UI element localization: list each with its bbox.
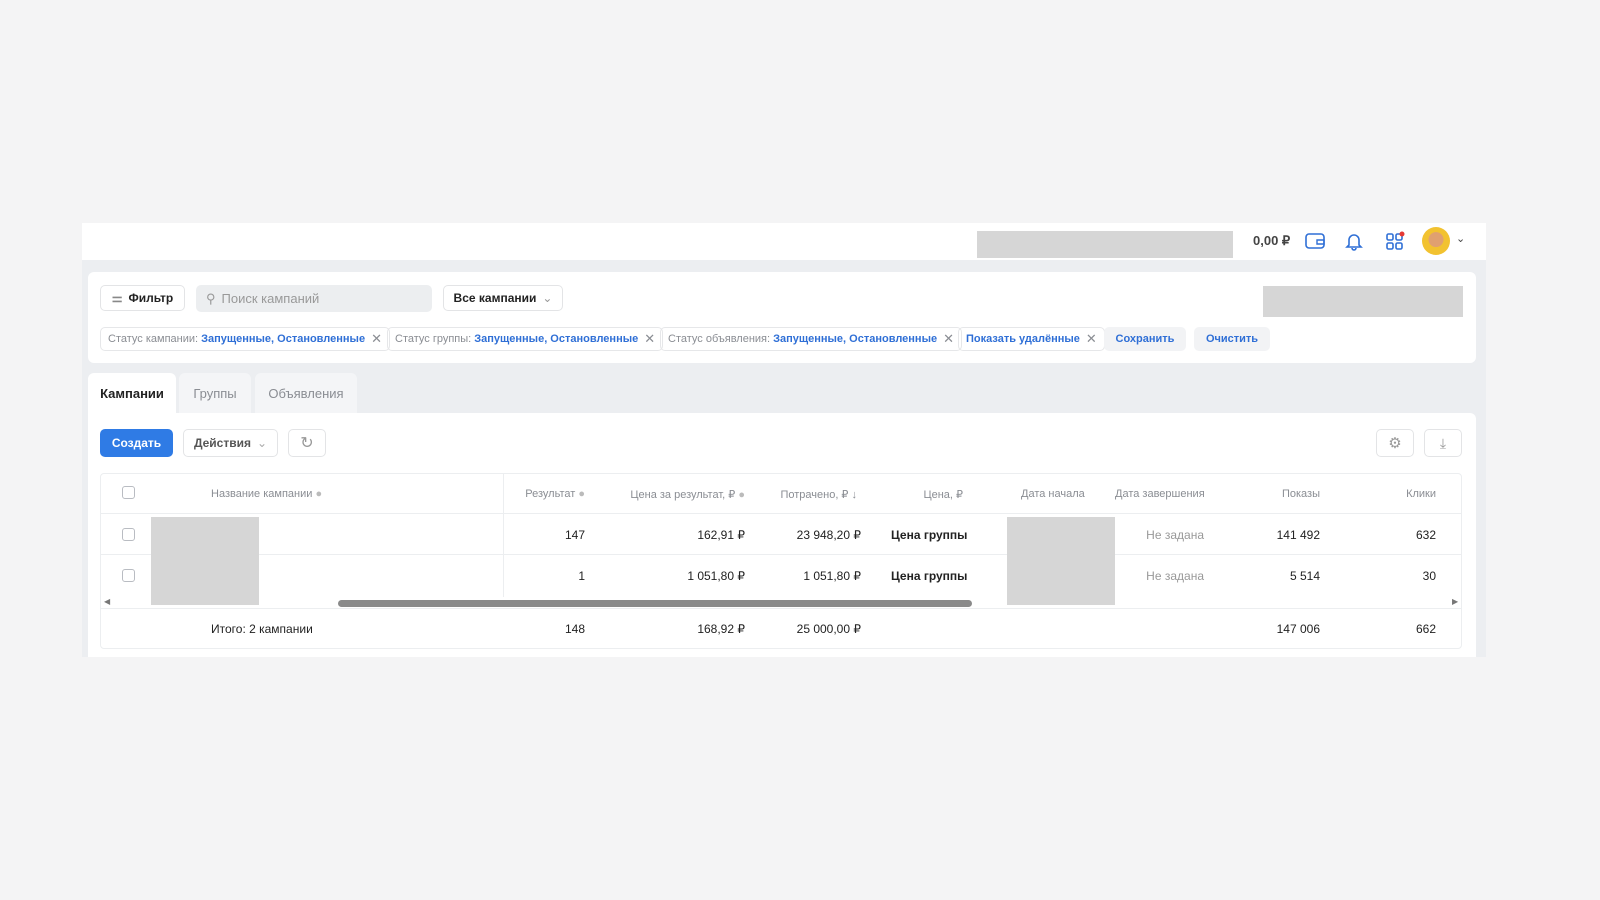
bell-icon[interactable] (1344, 231, 1364, 251)
col-label: Цена за результат, ₽ (630, 489, 736, 501)
apps-icon[interactable] (1385, 231, 1405, 251)
col-start-date[interactable]: Дата начала (1021, 488, 1085, 500)
cell-result: 147 (564, 528, 585, 542)
total-cost-per-result: 168,92 ₽ (697, 622, 745, 636)
campaigns-select-value: Все кампании (453, 291, 537, 305)
cell-clicks: 632 (1415, 528, 1436, 542)
total-result: 148 (564, 622, 585, 636)
select-all-checkbox[interactable] (122, 486, 135, 499)
redacted-block (1007, 517, 1115, 605)
horizontal-scrollbar[interactable] (338, 600, 972, 607)
cell-spent: 23 948,20 ₽ (796, 528, 861, 542)
chip-value: Запущенные, Остановленные (201, 333, 366, 345)
chip-value: Запущенные, Остановленные (773, 333, 938, 345)
search-input[interactable]: ⚲ Поиск кампаний (196, 285, 432, 312)
chip-label: Статус кампании: (108, 333, 199, 345)
total-spent: 25 000,00 ₽ (796, 622, 861, 636)
filter-chip-show-deleted[interactable]: Показать удалённые ✕ (958, 327, 1105, 351)
clear-button[interactable]: Очистить (1194, 327, 1270, 351)
close-icon[interactable]: ✕ (943, 331, 954, 347)
col-price[interactable]: Цена, ₽ (882, 488, 963, 501)
avatar[interactable] (1422, 227, 1450, 255)
col-spent[interactable]: Потрачено, ₽ ↓ (752, 488, 857, 501)
cell-result: 1 (578, 569, 585, 583)
redacted-block (151, 517, 259, 605)
total-impressions: 147 006 (1276, 622, 1320, 636)
divider (100, 554, 1462, 555)
chip-label: Статус группы: (395, 333, 472, 345)
top-header: 0,00 ₽ ⌄ (82, 223, 1486, 260)
cell-price: Цена группы (891, 569, 968, 583)
cell-end-date: Не задана (1146, 569, 1204, 583)
redacted-block (1263, 286, 1463, 317)
col-result[interactable]: Результат ● (502, 488, 585, 500)
actions-dropdown[interactable]: Действия ⌄ (183, 429, 278, 457)
filter-panel: ⚌ Фильтр ⚲ Поиск кампаний Все кампании ⌄ Ст… (88, 272, 1476, 363)
chevron-down-icon[interactable]: ⌄ (1456, 232, 1465, 245)
actions-label: Действия (193, 436, 251, 450)
col-label: Название кампании (211, 488, 313, 500)
info-icon: ● (738, 489, 745, 501)
col-clicks[interactable]: Клики (1362, 488, 1436, 500)
row-checkbox[interactable] (122, 528, 135, 541)
tab-ads[interactable]: Объявления (255, 373, 357, 413)
row-checkbox[interactable] (122, 569, 135, 582)
cell-end-date: Не задана (1146, 528, 1204, 542)
save-button[interactable]: Сохранить (1104, 327, 1186, 351)
col-end-date[interactable]: Дата завершения (1115, 488, 1205, 500)
redacted-block (977, 231, 1233, 258)
search-placeholder: Поиск кампаний (221, 291, 320, 306)
filter-button[interactable]: ⚌ Фильтр (100, 285, 185, 311)
col-name[interactable]: Название кампании ● (211, 488, 322, 500)
filter-label: Фильтр (128, 291, 174, 305)
search-icon: ⚲ (206, 290, 216, 306)
gear-icon[interactable]: ⚙ (1376, 429, 1414, 457)
filter-chip-campaign-status[interactable]: Статус кампании: Запущенные, Остановленны… (100, 327, 390, 351)
close-icon[interactable]: ✕ (644, 331, 655, 347)
balance: 0,00 ₽ (1253, 233, 1291, 248)
filter-chip-ad-status[interactable]: Статус объявления: Запущенные, Остановлен… (660, 327, 962, 351)
chevron-down-icon: ⌄ (257, 436, 268, 450)
app-window: 0,00 ₽ ⌄ ⚌ Фильтр ⚲ Поиск кампаний Все кам… (82, 223, 1486, 657)
col-impressions[interactable]: Показы (1242, 488, 1320, 500)
tab-groups[interactable]: Группы (179, 373, 251, 413)
info-icon: ● (578, 488, 585, 500)
close-icon[interactable]: ✕ (1086, 331, 1097, 347)
close-icon[interactable]: ✕ (371, 331, 382, 347)
filter-chip-group-status[interactable]: Статус группы: Запущенные, Остановленные ✕ (387, 327, 664, 351)
cell-cost-per-result: 162,91 ₽ (697, 528, 745, 542)
create-button[interactable]: Создать (100, 429, 173, 457)
tab-campaigns[interactable]: Кампании (88, 373, 176, 413)
cell-impressions: 141 492 (1276, 528, 1320, 542)
chip-value: Запущенные, Остановленные (474, 333, 639, 345)
col-cost-per-result[interactable]: Цена за результат, ₽ ● (602, 488, 745, 501)
cell-cost-per-result: 1 051,80 ₽ (687, 569, 745, 583)
chip-value: Показать удалённые (966, 333, 1080, 345)
scroll-left-icon[interactable]: ◀ (104, 597, 110, 606)
sliders-icon: ⚌ (111, 291, 123, 305)
cell-clicks: 30 (1422, 569, 1436, 583)
col-label: Результат (525, 488, 576, 500)
chip-label: Статус объявления: (668, 333, 771, 345)
wallet-icon[interactable] (1304, 231, 1326, 251)
campaigns-select[interactable]: Все кампании ⌄ (443, 285, 563, 311)
cell-price: Цена группы (891, 528, 968, 542)
divider (100, 513, 1462, 514)
download-icon[interactable]: ⤓ (1424, 429, 1462, 457)
scroll-right-icon[interactable]: ▶ (1452, 597, 1458, 606)
total-clicks: 662 (1415, 622, 1436, 636)
cell-impressions: 5 514 (1289, 569, 1320, 583)
cell-spent: 1 051,80 ₽ (803, 569, 861, 583)
divider (100, 608, 1462, 609)
total-label: Итого: 2 кампании (211, 622, 313, 636)
refresh-icon[interactable]: ↻ (288, 429, 326, 457)
chevron-down-icon: ⌄ (542, 291, 553, 305)
info-icon: ● (315, 488, 323, 500)
